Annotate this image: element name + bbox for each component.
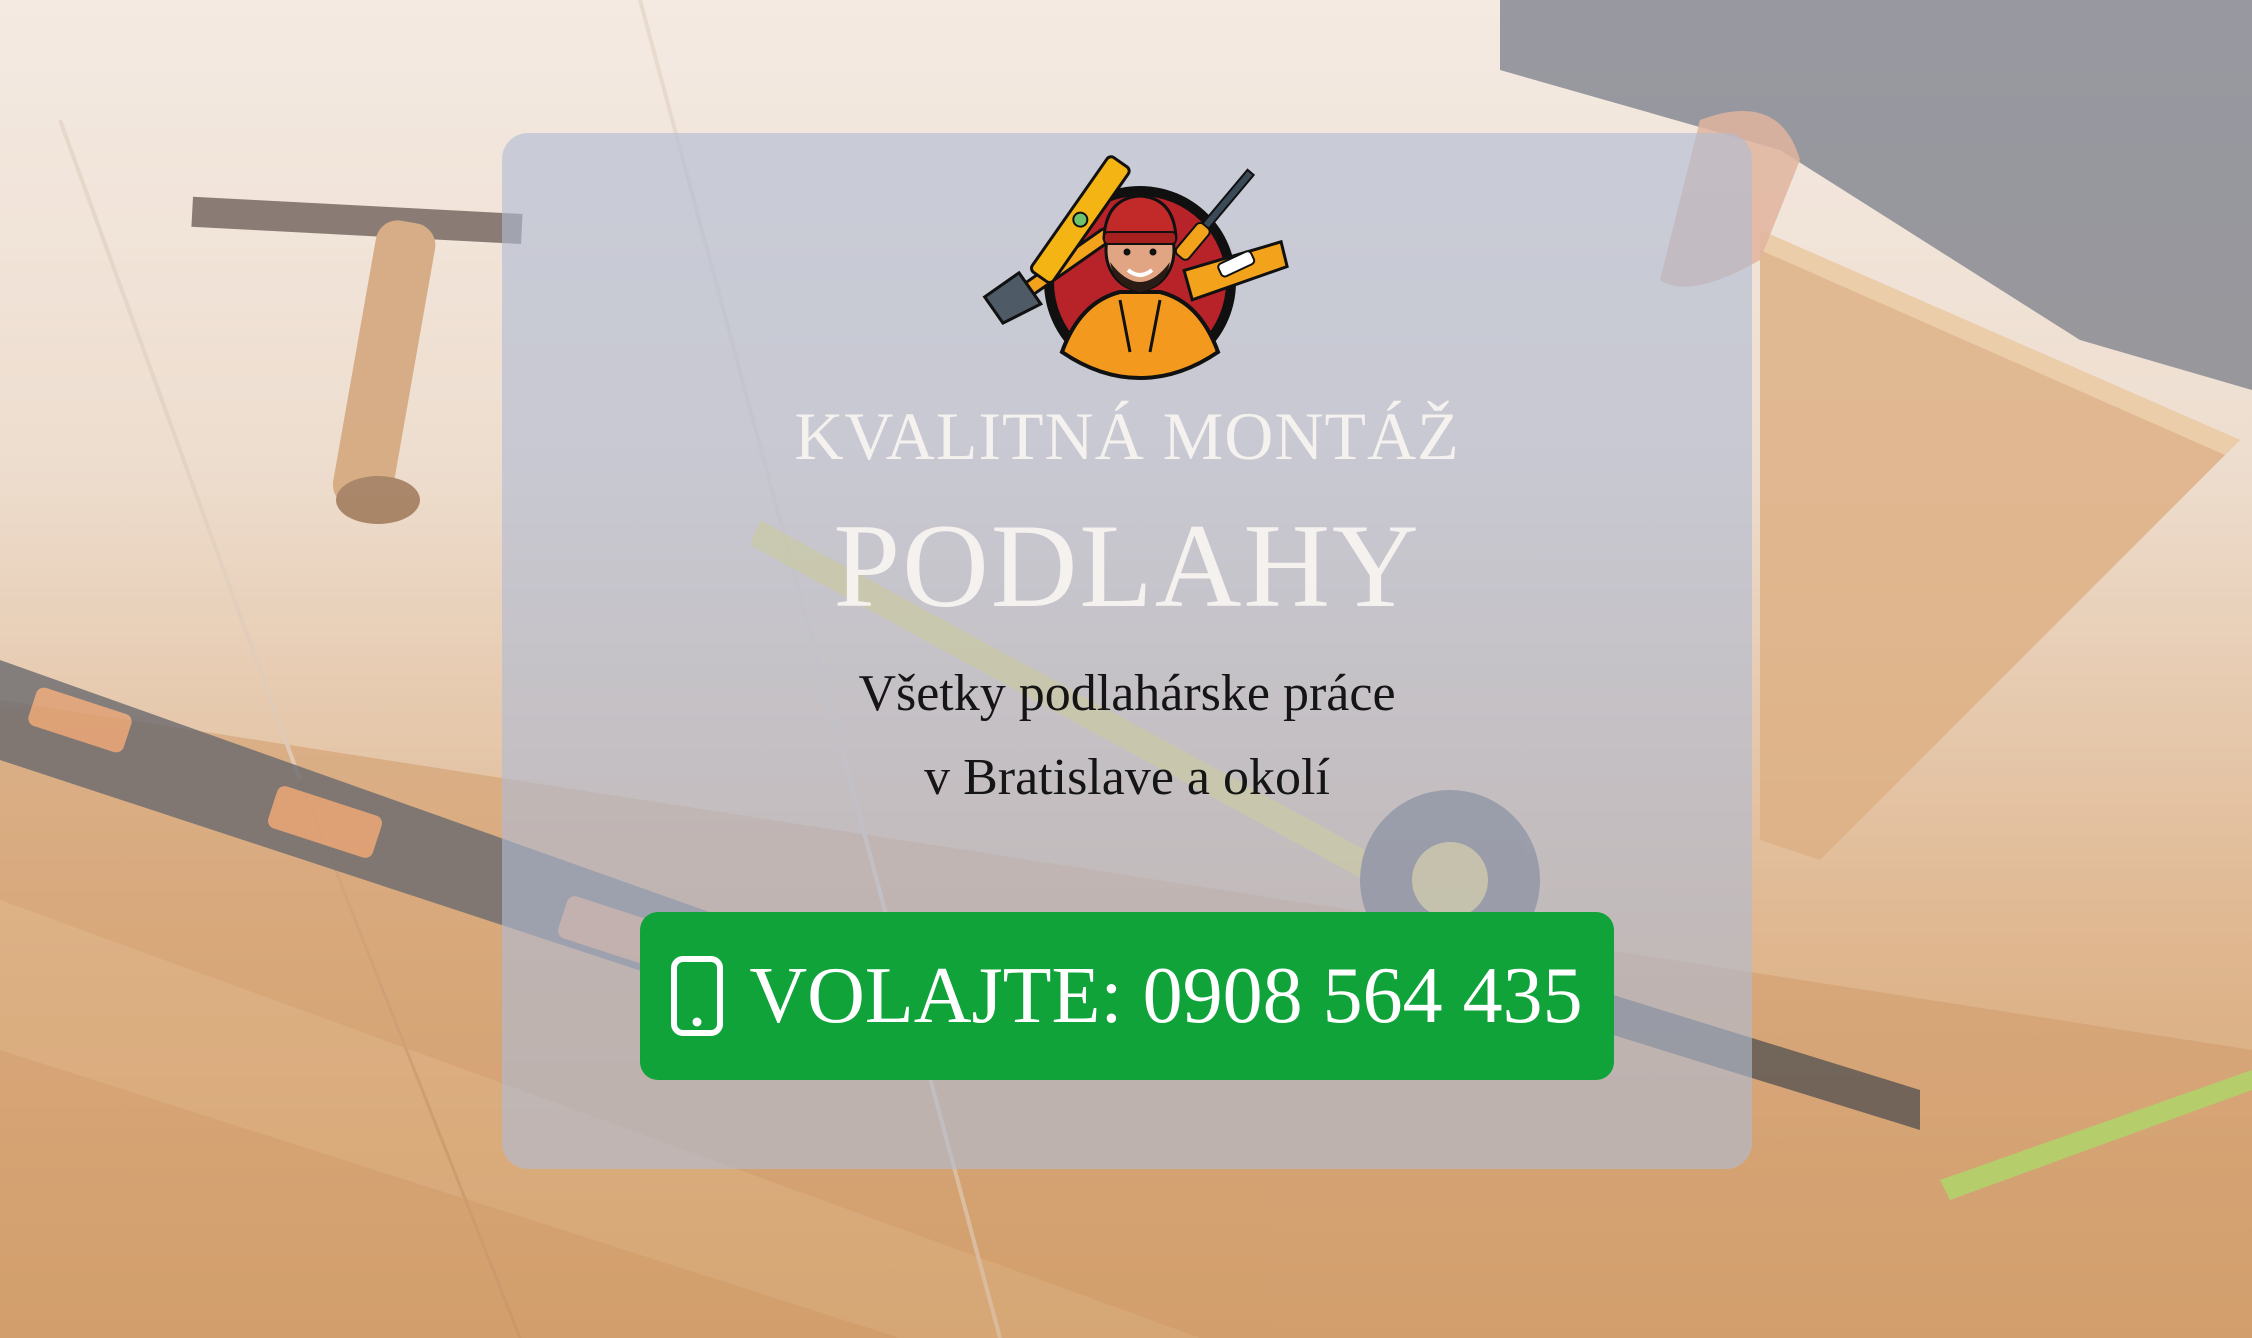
subtitle-line-1: Všetky podlahárske práce (858, 665, 1396, 722)
call-button-label: VOLAJTE: 0908 564 435 (749, 951, 1583, 1040)
hero-section: KVALITNÁ MONTÁŽ PODLAHY Všetky podlahárs… (0, 0, 2252, 1338)
hero-title: PODLAHY (833, 499, 1421, 632)
hero-kicker: KVALITNÁ MONTÁŽ (794, 398, 1460, 474)
handyman-mascot-logo (982, 155, 1289, 381)
hero-subtitle: Všetky podlahárske práce v Bratislave a … (502, 652, 1752, 820)
subtitle-line-2: v Bratislave a okolí (924, 749, 1330, 806)
smartphone-icon (671, 956, 724, 1036)
call-button[interactable]: VOLAJTE: 0908 564 435 (640, 912, 1614, 1080)
